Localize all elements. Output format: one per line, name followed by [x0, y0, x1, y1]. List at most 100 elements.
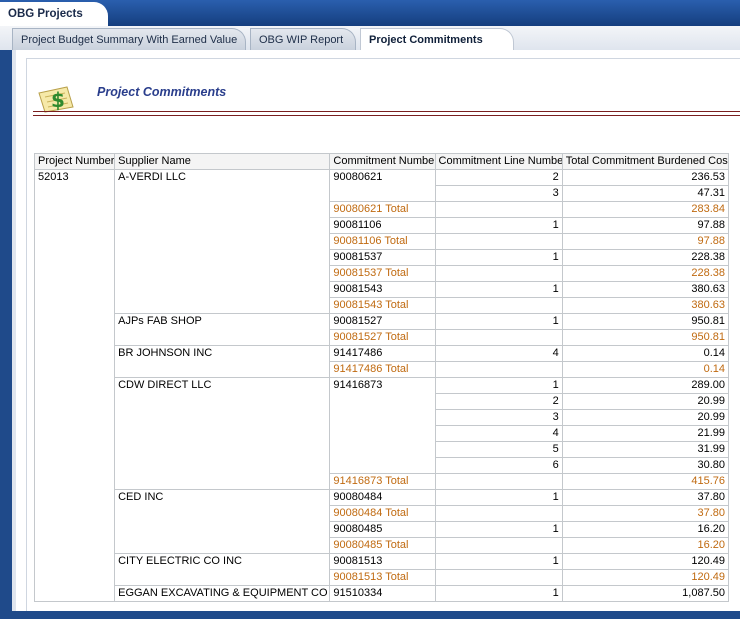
commitment-total-label: 90081527 Total [329, 329, 436, 346]
column-header-supplier-name[interactable]: Supplier Name [114, 153, 331, 170]
commitment-number-cell: 90081513 [329, 553, 436, 570]
report-frame: $ Project Commitments Project Number Sup… [26, 58, 740, 612]
tab-project-commitments[interactable]: Project Commitments [360, 28, 514, 51]
table-row: 52013 A-VERDI LLC 90080621 2 236.53 [33, 169, 730, 602]
cost-cell: 37.80 [561, 489, 730, 506]
commitment-line-cell: 1 [434, 377, 563, 394]
commitment-line-cell: 2 [434, 393, 563, 410]
column-header-commitment-number[interactable]: Commitment Number [329, 153, 436, 170]
table-row: CED INC 90080484 1 37.80 [35, 489, 730, 554]
tab-obg-wip-report[interactable]: OBG WIP Report [250, 28, 356, 51]
money-document-icon: $ [38, 86, 74, 113]
commitment-line-cell: 1 [434, 217, 563, 234]
commitment-line-cell [434, 297, 563, 314]
cost-cell: 236.53 [561, 169, 730, 186]
column-header-commitment-line-number[interactable]: Commitment Line Number [434, 153, 563, 170]
commitment-number-cell: 90080485 [329, 521, 436, 538]
header-rule-secondary [33, 115, 740, 116]
commitment-number-cell: 91416873 [329, 377, 436, 474]
commitment-line-cell: 1 [434, 313, 563, 330]
total-cost-cell: 380.63 [561, 297, 730, 314]
table-row: CDW DIRECT LLC 91416873 1 289.00 [35, 377, 730, 490]
commitment-line-cell: 4 [434, 425, 563, 442]
commitment-line-cell [434, 473, 563, 490]
commitment-line-cell [434, 537, 563, 554]
commitment-number-cell: 90080621 [329, 169, 436, 202]
tab-label: Project Commitments [369, 34, 483, 46]
commitment-total-label: 90080485 Total [329, 537, 436, 554]
app-title-tab[interactable]: OBG Projects [0, 2, 108, 26]
tab-label: OBG WIP Report [259, 34, 344, 46]
app-window: OBG Projects Project Budget Summary With… [0, 0, 740, 619]
cost-cell: 950.81 [561, 313, 730, 330]
cost-cell: 31.99 [561, 441, 730, 458]
cost-cell: 97.88 [561, 217, 730, 234]
commitment-line-cell [434, 569, 563, 586]
table-row: AJPs FAB SHOP 90081527 1 950.81 [35, 313, 730, 346]
cost-cell: 380.63 [561, 281, 730, 298]
commitment-line-cell: 1 [434, 249, 563, 266]
tab-project-budget-summary[interactable]: Project Budget Summary With Earned Value [12, 28, 246, 51]
svg-text:$: $ [51, 88, 65, 112]
commitment-number-cell: 91417486 [329, 345, 436, 362]
cost-cell: 20.99 [561, 409, 730, 426]
commitment-line-cell: 1 [434, 489, 563, 506]
cost-cell: 228.38 [561, 249, 730, 266]
bottom-bar [0, 611, 740, 619]
column-header-total-burdened-cost[interactable]: Total Commitment Burdened Cost [561, 153, 730, 170]
commitment-total-label: 91416873 Total [329, 473, 436, 490]
commitment-number-cell: 91510334 [329, 585, 436, 602]
page-title: Project Commitments [97, 85, 227, 99]
commitment-number-cell: 90081527 [329, 313, 436, 330]
cost-cell: 30.80 [561, 457, 730, 474]
commitment-total-label: 90081106 Total [329, 233, 436, 250]
cost-cell: 0.14 [561, 345, 730, 362]
cost-cell: 1,087.50 [561, 585, 730, 602]
commitment-line-cell: 2 [434, 169, 563, 186]
commitment-total-label: 90081543 Total [329, 297, 436, 314]
supplier-name-cell: CITY ELECTRIC CO INC [114, 553, 331, 586]
commitment-total-label: 91417486 Total [329, 361, 436, 378]
project-number-cell: 52013 [33, 169, 116, 602]
cost-cell: 20.99 [561, 393, 730, 410]
total-cost-cell: 950.81 [561, 329, 730, 346]
title-bar: OBG Projects [0, 0, 740, 26]
commitment-total-label: 90081513 Total [329, 569, 436, 586]
commitment-line-cell: 3 [434, 409, 563, 426]
table-row: BR JOHNSON INC 91417486 4 0.14 [35, 345, 730, 378]
supplier-name-cell: EGGAN EXCAVATING & EQUIPMENT CO INC [114, 585, 331, 602]
total-cost-cell: 97.88 [561, 233, 730, 250]
commitment-line-cell: 1 [434, 521, 563, 538]
total-cost-cell: 37.80 [561, 505, 730, 522]
cost-cell: 47.31 [561, 185, 730, 202]
table-header-row: Project Number Supplier Name Commitment … [33, 153, 730, 170]
app-title: OBG Projects [8, 8, 83, 20]
column-header-project-number[interactable]: Project Number [33, 153, 116, 170]
commitment-number-cell: 90081537 [329, 249, 436, 266]
commitment-number-cell: 90080484 [329, 489, 436, 506]
commitment-line-cell [434, 233, 563, 250]
commitment-total-label: 90081537 Total [329, 265, 436, 282]
commitment-line-cell [434, 201, 563, 218]
total-cost-cell: 0.14 [561, 361, 730, 378]
commitment-line-cell: 3 [434, 185, 563, 202]
total-cost-cell: 120.49 [561, 569, 730, 586]
table-body: 52013 A-VERDI LLC 90080621 2 236.53 3 47.31 900… [33, 169, 730, 602]
supplier-name-cell: CED INC [114, 489, 331, 554]
commitments-table: Project Number Supplier Name Commitment … [33, 153, 730, 602]
commitment-line-cell: 6 [434, 457, 563, 474]
commitment-line-cell: 1 [434, 585, 563, 602]
cost-cell: 21.99 [561, 425, 730, 442]
commitment-line-cell: 4 [434, 345, 563, 362]
commitment-line-cell [434, 505, 563, 522]
total-cost-cell: 415.76 [561, 473, 730, 490]
supplier-name-cell: BR JOHNSON INC [114, 345, 331, 378]
commitment-number-cell: 90081543 [329, 281, 436, 298]
table-row: EGGAN EXCAVATING & EQUIPMENT CO INC 91510… [35, 585, 730, 602]
commitment-number-cell: 90081106 [329, 217, 436, 234]
commitment-line-cell [434, 265, 563, 282]
commitment-line-cell: 1 [434, 281, 563, 298]
commitment-total-label: 90080621 Total [329, 201, 436, 218]
commitment-total-label: 90080484 Total [329, 505, 436, 522]
cost-cell: 289.00 [561, 377, 730, 394]
